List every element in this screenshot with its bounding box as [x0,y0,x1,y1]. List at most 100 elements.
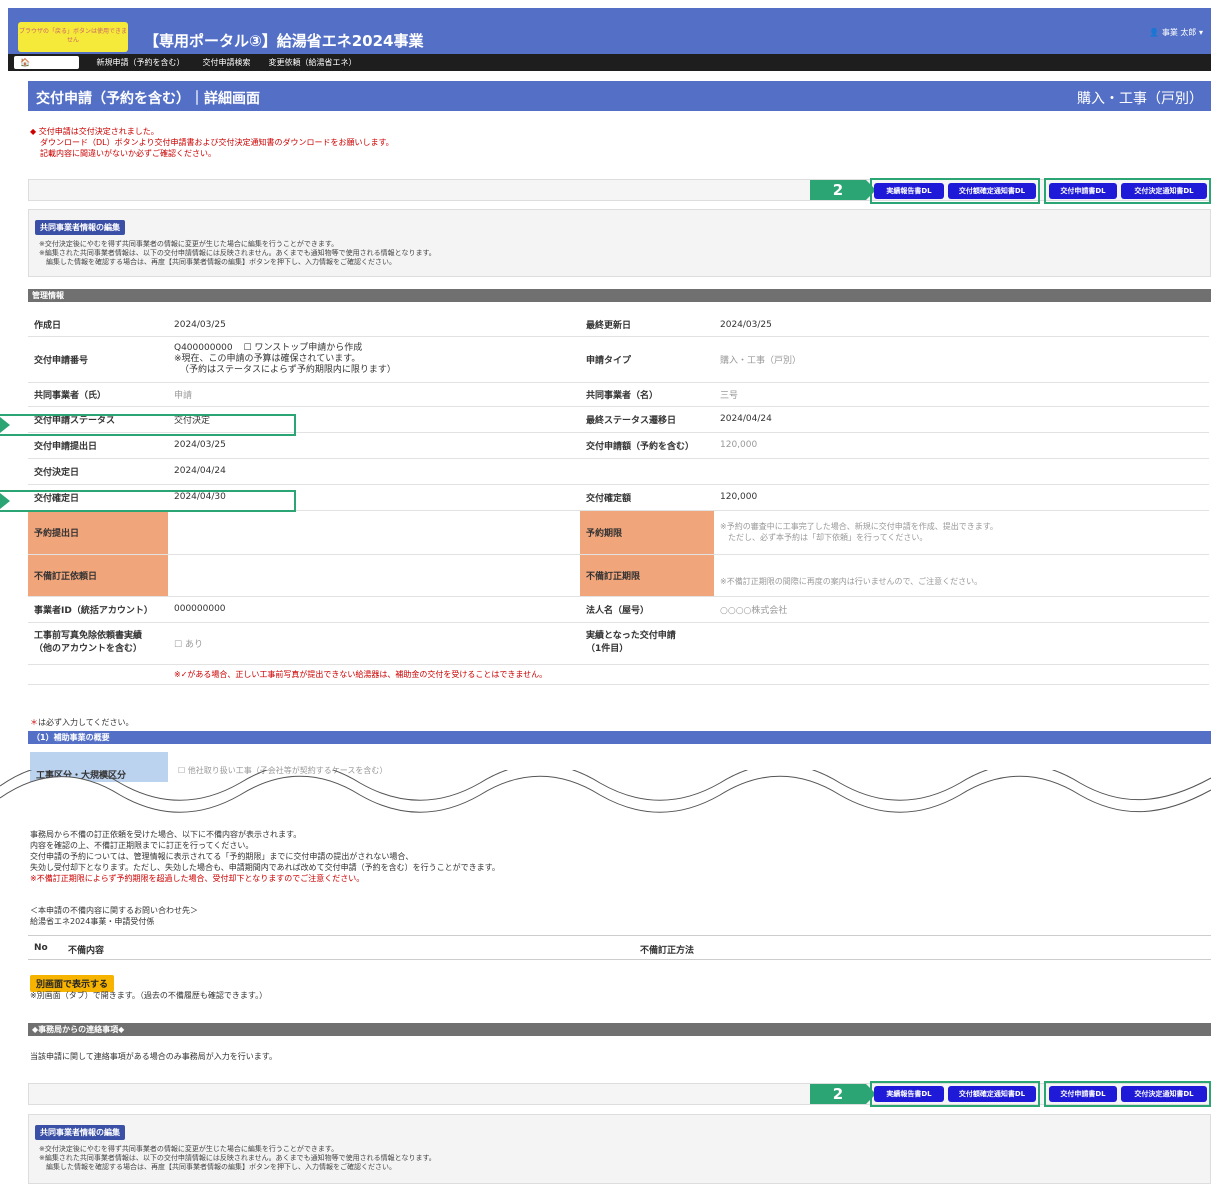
reservation-note: （予約はステータスによらず予約期限内に限ります） [180,364,396,375]
field-label: 不備訂正依頼日 [28,554,168,597]
defect-line: 失効し受付却下となります。ただし、失効した場合も、申請期間内であれば改めて交付申… [30,863,500,872]
field-value: ☐ あり [168,622,580,665]
edit-note-line: ※編集された共同事業者情報は、以下の交付申請情報には反映されません。あくまでも通… [39,1154,436,1162]
app-title: 【専用ポータル③】給湯省エネ2024事業 [144,32,424,50]
field-value: 120,000 [714,484,1209,511]
field-label: 交付申請額（予約を含む） [580,432,714,459]
application-download-button[interactable]: 交付申請書DL [1049,183,1117,199]
step-badge: 2 [810,1084,876,1104]
confirmation-notice-download-button[interactable]: 交付額確定通知書DL [948,1086,1036,1102]
edit-note-line: ※交付決定後にやむを得ず共同事業者の情報に変更が生じた場合に編集を行うことができ… [39,1145,339,1153]
separate-window-note: ※別画面（タブ）で開きます。（過去の不備履歴も確認できます。） [30,991,268,1000]
edit-note-line: 編集した情報を確認する場合は、再度【共同事業者情報の編集】ボタンを押下し、入力情… [39,1163,396,1171]
application-number: Q400000000 [174,342,233,353]
field-label: 共同事業者（氏） [28,382,168,407]
field-value: ○○○○株式会社 [714,596,1209,623]
photo-warning: ※✓がある場合、正しい工事前写真が提出できない給湯器は、補助金の交付を受けること… [168,664,1209,685]
user-icon: 👤 [1149,28,1160,37]
field-value: 三号 [714,382,1209,407]
reservation-limit-note: ただし、必ず本予約は「却下依頼」を行ってください。 [720,533,928,542]
table-row: 作成日 2024/03/25 最終更新日 2024/03/25 [28,314,1209,337]
office-notice-text: 当該申請に関して連絡事項がある場合のみ事務局が入力を行います。 [30,1052,277,1061]
field-label: 法人名（屋号） [580,596,714,623]
defect-line: 事務局から不備の訂正依頼を受けた場合、以下に不備内容が表示されます。 [30,830,302,839]
contact-info: ＜本申請の不備内容に関するお問い合わせ先＞ 給湯省エネ2024事業・申請受付係 [30,905,198,927]
table-row: 共同事業者（氏） 申請 共同事業者（名） 三号 [28,382,1209,407]
field-label: 最終ステータス遷移日 [580,406,714,433]
edit-note-line: ※交付決定後にやむを得ず共同事業者の情報に変更が生じた場合に編集を行うことができ… [39,240,339,248]
office-notice-heading: ◆事務局からの連絡事項◆ [28,1023,1211,1036]
application-download-button[interactable]: 交付申請書DL [1049,1086,1117,1102]
photo-checkbox: ☐ [174,639,183,650]
co-applicant-edit-button[interactable]: 共同事業者情報の編集 [35,220,125,235]
budget-note: ※現在、この申請の予算は確保されています。 [174,353,361,364]
field-value: 申請 [168,382,580,407]
field-value: 2024/04/24 [714,406,1209,433]
col-method: 不備訂正方法 [640,946,695,956]
nav-bar: 🏠 TOPに戻る 新規申請（予約を含む） 交付申請検索 変更依頼（給湯省エネ） [8,54,1211,71]
confirmation-notice-download-button[interactable]: 交付額確定通知書DL [948,183,1036,199]
edit-notes: ※交付決定後にやむを得ず共同事業者の情報に変更が生じた場合に編集を行うことができ… [39,240,436,267]
top-link[interactable]: 🏠 TOPに戻る [14,56,79,69]
field-value [714,622,1209,665]
label-line: 工事前写真免除依頼書実績 [34,631,143,641]
highlight-box [0,490,296,512]
notice-line: ◆ 交付申請は交付決定されました。 [30,127,159,136]
notice-line: ダウンロード（DL）ボタンより交付申請書および交付決定通知書のダウンロードをお願… [40,138,394,147]
highlight-box [0,414,296,436]
chevron-down-icon: ▾ [1198,28,1203,37]
field-label: 工事前写真免除依頼書実績 （他のアカウントを含む） [28,622,168,665]
onestop-checkbox: ☐ [243,342,252,353]
table-row: 交付決定日 2024/04/24 [28,458,1209,485]
notice-line: 記載内容に間違いがないか必ずご確認ください。 [40,149,216,158]
user-menu[interactable]: 👤 事業 太郎 ▾ [1149,27,1203,38]
label-line: （他のアカウントを含む） [34,644,143,654]
reservation-limit-note: ※予約の審査中に工事完了した場合、新規に交付申請を作成、提出できます。 [720,522,998,531]
field-label: 交付申請番号 [28,336,168,383]
table-row: 不備訂正依頼日 不備訂正期限 ※不備訂正期限の間際に再度の案内は行いませんので、… [28,554,1209,597]
col-no: No [34,943,48,953]
contact-line: 給湯省エネ2024事業・申請受付係 [30,917,155,926]
field-label: 最終更新日 [580,314,714,337]
field-label: 不備訂正期限 [580,554,714,597]
decision-notice-download-button[interactable]: 交付決定通知書DL [1121,183,1207,199]
field-value: 2024/03/25 [714,314,1209,337]
label-line: 実績となった交付申請 [586,631,676,641]
app-header: ブラウザの「戻る」ボタンは使用できません 【専用ポータル③】給湯省エネ2024事… [8,8,1211,54]
edit-notes: ※交付決定後にやむを得ず共同事業者の情報に変更が生じた場合に編集を行うことができ… [39,1145,436,1172]
contact-line: ＜本申請の不備内容に関するお問い合わせ先＞ [30,906,198,915]
col-content: 不備内容 [68,946,105,956]
field-value: 120,000 [714,432,1209,459]
defect-line: 内容を確認の上、不備訂正期限までに訂正を行ってください。 [30,841,254,850]
report-download-button[interactable]: 実績報告書DL [874,1086,944,1102]
field-label [580,458,714,485]
field-value: ※予約の審査中に工事完了した場合、新規に交付申請を作成、提出できます。 ただし、… [714,510,1209,555]
report-download-button[interactable]: 実績報告書DL [874,183,944,199]
section-1-heading: （1）補助事業の概要 [28,731,1211,744]
nav-change-request[interactable]: 変更依頼（給湯省エネ） [269,57,357,68]
table-row: ※✓がある場合、正しい工事前写真が提出できない給湯器は、補助金の交付を受けること… [28,664,1209,685]
user-name: 事業 太郎 [1161,28,1197,37]
field-label: 事業者ID（統括アカウント） [28,596,168,623]
nav-new-application[interactable]: 新規申請（予約を含む） [97,57,185,68]
field-label: 共同事業者（名） [580,382,714,407]
nav-search[interactable]: 交付申請検索 [203,57,251,68]
page-break-wave [0,770,1211,820]
field-label: 交付確定額 [580,484,714,511]
table-row: 事業者ID（統括アカウント） 000000000 法人名（屋号） ○○○○株式会… [28,596,1209,623]
field-label: 交付決定日 [28,458,168,485]
application-type: 購入・工事（戸別） [1077,91,1203,107]
label-line: （1件目） [586,644,629,654]
photo-checkbox-label: あり [184,639,203,650]
page-title: 交付申請（予約を含む）｜詳細画面 [36,91,260,107]
home-icon: 🏠 [20,58,30,67]
decision-notice-download-button[interactable]: 交付決定通知書DL [1121,1086,1207,1102]
top-link-label: TOPに戻る [32,58,73,67]
field-label: 実績となった交付申請 （1件目） [580,622,714,665]
defect-info: 事務局から不備の訂正依頼を受けた場合、以下に不備内容が表示されます。 内容を確認… [30,829,500,884]
co-applicant-edit-button[interactable]: 共同事業者情報の編集 [35,1125,125,1140]
field-value: Q400000000 ☐ ワンストップ申請から作成 ※現在、この申請の予算は確保… [168,336,580,383]
field-label: 作成日 [28,314,168,337]
field-label: 申請タイプ [580,336,714,383]
field-label: 予約期限 [580,510,714,555]
